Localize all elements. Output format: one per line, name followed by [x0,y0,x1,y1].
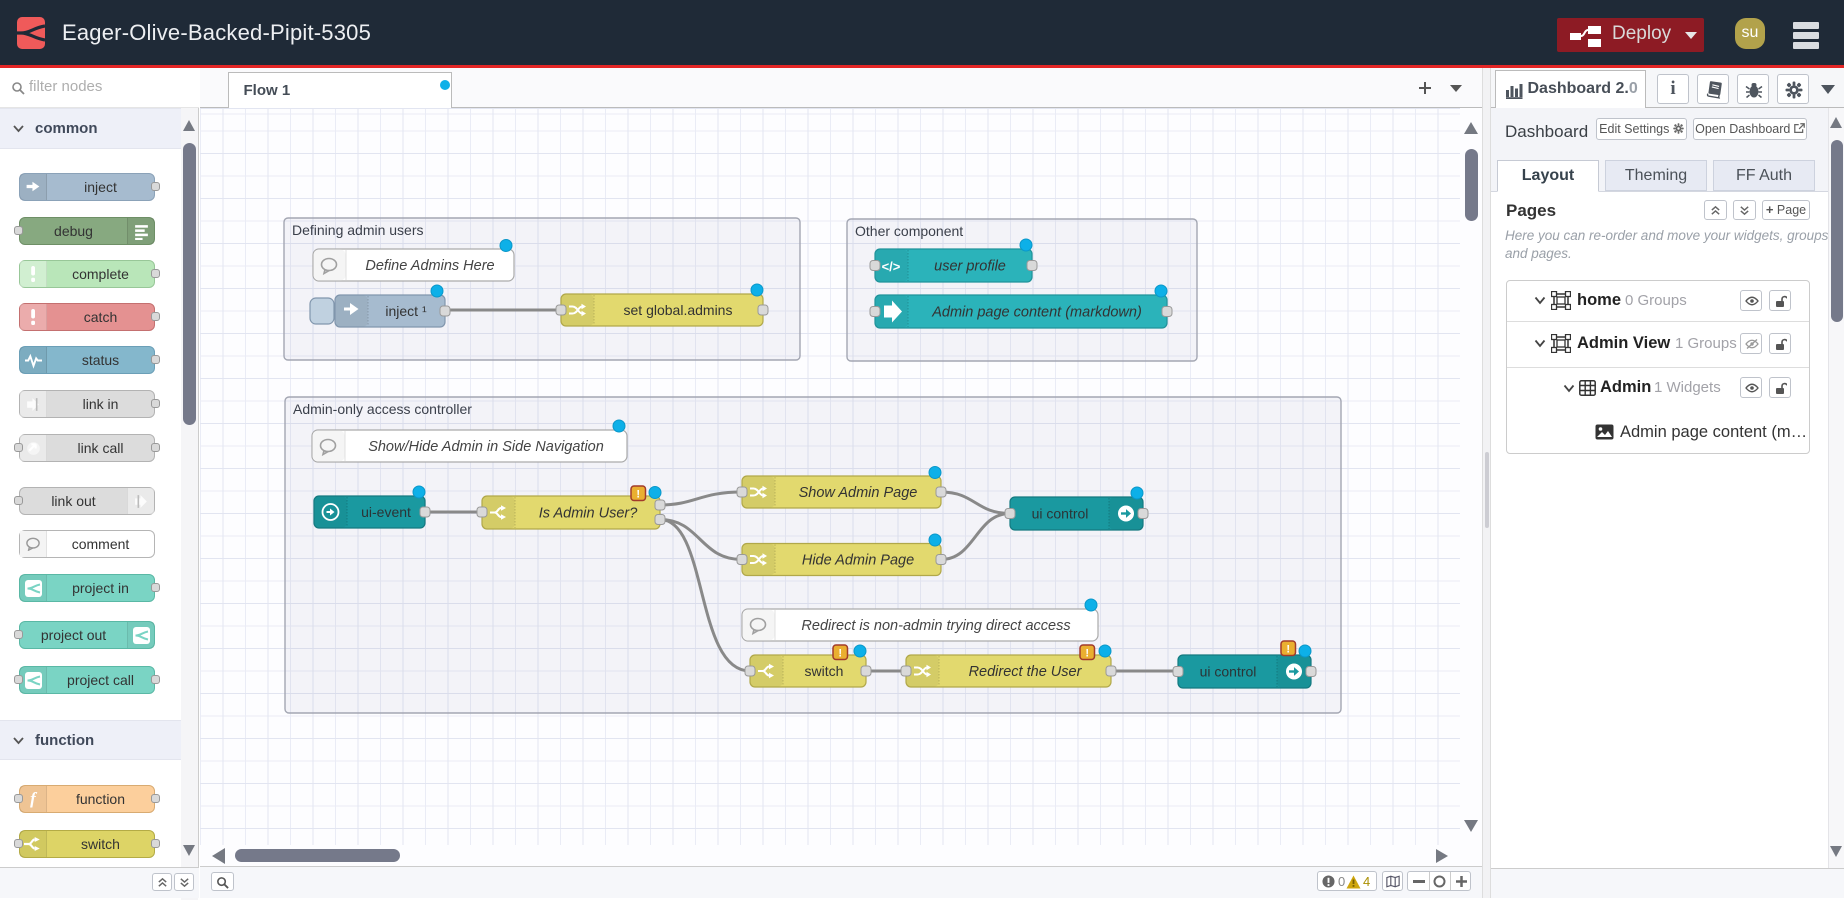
svg-text:inject ¹: inject ¹ [385,303,427,319]
svg-text:!: ! [1286,644,1290,656]
svg-text:ui control: ui control [1200,664,1257,680]
svg-text:ui-event: ui-event [361,504,411,520]
svg-text:Show/Hide Admin in Side Naviga: Show/Hide Admin in Side Navigation [368,439,604,455]
svg-text:!: ! [838,648,842,660]
svg-text:</>: </> [882,259,901,274]
svg-text:user profile: user profile [934,259,1006,275]
svg-text:Admin page content (markdown): Admin page content (markdown) [931,305,1142,321]
svg-text:Redirect the User: Redirect the User [969,664,1083,680]
svg-text:!: ! [636,489,640,501]
svg-text:Admin-only access controller: Admin-only access controller [293,401,472,417]
svg-text:Hide Admin Page: Hide Admin Page [802,553,914,569]
svg-text:ui control: ui control [1032,506,1089,522]
svg-text:switch: switch [805,663,844,679]
svg-text:Show Admin Page: Show Admin Page [799,485,918,501]
svg-text:Is Admin User?: Is Admin User? [539,506,639,522]
svg-text:!: ! [1085,648,1089,660]
svg-text:Define Admins Here: Define Admins Here [365,258,494,274]
svg-text:set global.admins: set global.admins [624,302,733,318]
svg-text:Other component: Other component [855,223,963,239]
svg-text:Redirect is non-admin trying d: Redirect is non-admin trying direct acce… [801,618,1070,634]
svg-text:Defining admin users: Defining admin users [292,222,424,238]
